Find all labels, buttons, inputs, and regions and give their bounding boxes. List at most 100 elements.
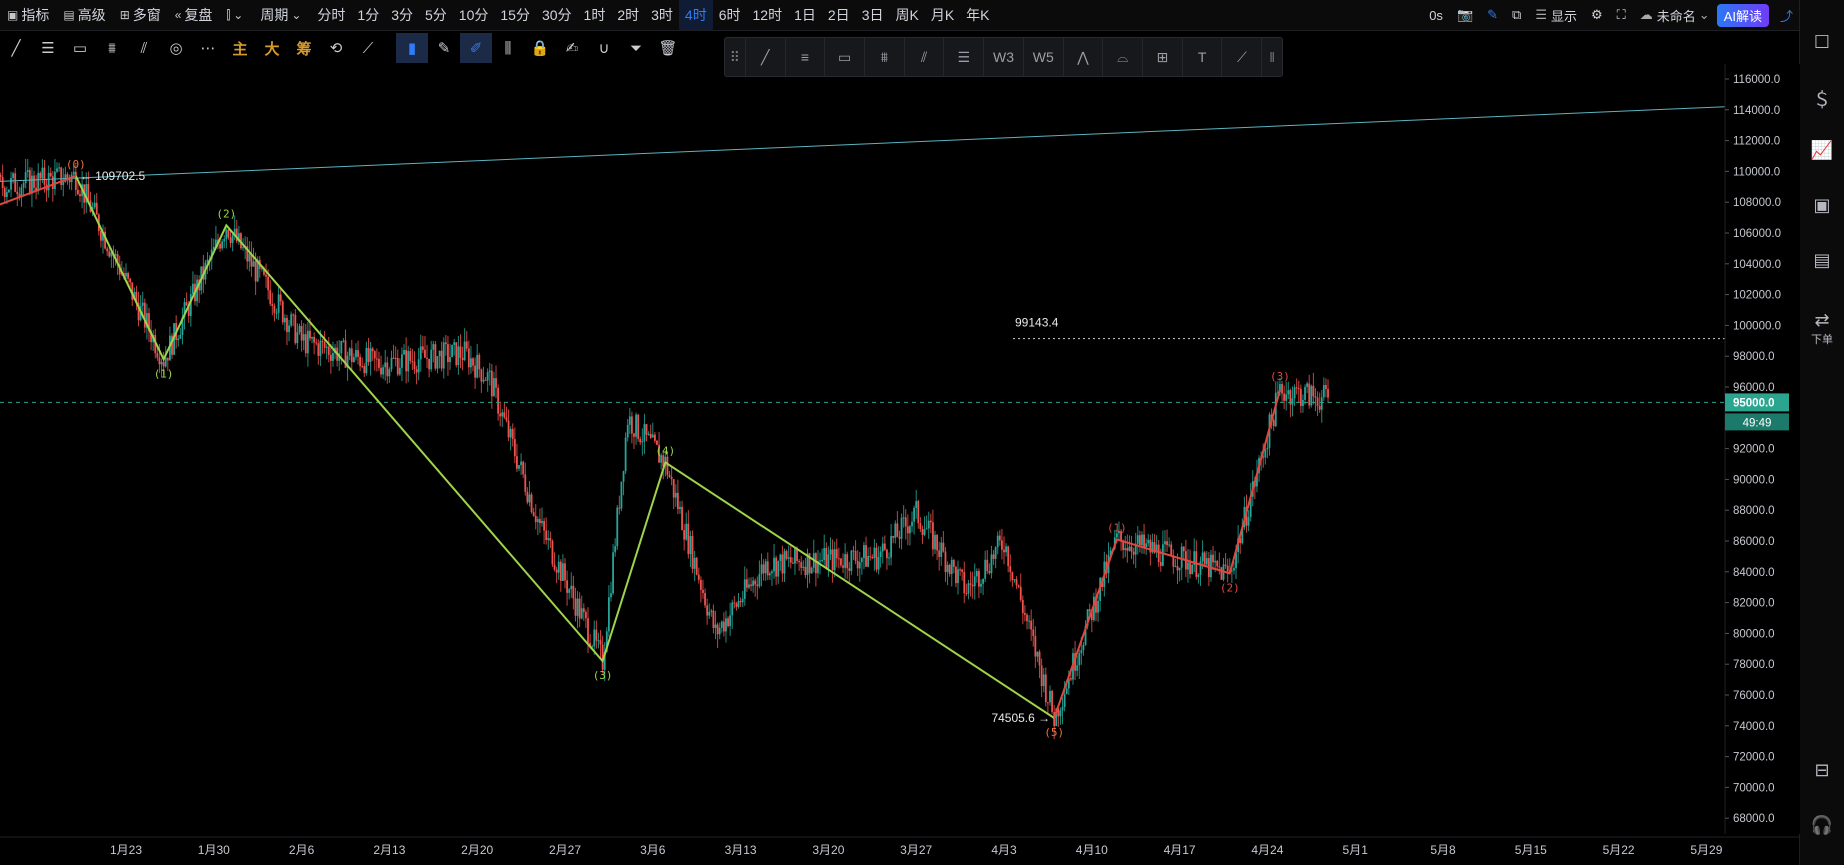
- candle-body: [465, 341, 468, 349]
- timeframe-16[interactable]: 周K: [889, 0, 924, 30]
- candle-body: [1049, 690, 1051, 703]
- candle-body: [1318, 405, 1321, 410]
- layout-name-button[interactable]: ☁ 未命名 ⌄: [1633, 0, 1717, 30]
- dollar-doc-icon[interactable]: ＄: [1800, 86, 1844, 112]
- sync-icon[interactable]: ⟲: [320, 33, 352, 63]
- period-button[interactable]: 周期 ⌄: [253, 0, 311, 30]
- candle-body: [877, 556, 880, 570]
- timeframe-10[interactable]: 4时: [678, 0, 713, 30]
- big-tool-button[interactable]: 大: [256, 33, 288, 63]
- timeframe-13[interactable]: 1日: [788, 0, 822, 30]
- candle-body: [298, 325, 301, 333]
- candle-body: [587, 618, 589, 643]
- timeframe-14[interactable]: 2日: [822, 0, 856, 30]
- headset-icon[interactable]: 🎧: [1800, 815, 1844, 836]
- timeframe-15[interactable]: 3日: [856, 0, 890, 30]
- candle-body: [486, 372, 489, 381]
- chip-tool-button[interactable]: 筹: [288, 33, 320, 63]
- rectangle-tool-icon[interactable]: ▭: [64, 33, 96, 63]
- draw-pen-icon[interactable]: ✐: [460, 33, 492, 63]
- candle-body: [1036, 651, 1039, 657]
- more-tools-icon[interactable]: ⋯: [192, 33, 224, 63]
- candle-body: [720, 621, 723, 628]
- timeframe-3[interactable]: 5分: [419, 0, 453, 30]
- measure-icon[interactable]: ⟋: [352, 33, 384, 63]
- timeframe-17[interactable]: 月K: [925, 0, 960, 30]
- candle-compare-icon[interactable]: ⫼: [492, 33, 524, 63]
- pencil-icon[interactable]: ✎: [1480, 0, 1505, 30]
- candle-body: [835, 549, 838, 559]
- trendline-tool-icon[interactable]: ╱: [0, 33, 32, 63]
- candle-body: [693, 557, 696, 569]
- timeframe-6[interactable]: 30分: [536, 0, 578, 30]
- timeframe-12[interactable]: 12时: [747, 0, 789, 30]
- advanced-button[interactable]: ▤ 高级: [56, 0, 112, 30]
- pattern-tool-icon[interactable]: ⩩: [96, 33, 128, 63]
- candle-body: [762, 564, 765, 574]
- watchlist-icon[interactable]: ☐: [1800, 32, 1844, 53]
- candle-body: [384, 362, 387, 368]
- screen-icon[interactable]: ⧉: [1505, 0, 1528, 30]
- timeframe-2[interactable]: 3分: [385, 0, 419, 30]
- candle-body: [898, 536, 901, 539]
- timeframe-0[interactable]: 分时: [311, 0, 351, 30]
- fullscreen-icon[interactable]: ⛶: [1610, 0, 1633, 30]
- candle-body: [87, 184, 90, 201]
- timeframe-9[interactable]: 3时: [645, 0, 679, 30]
- bookmark-tool-icon[interactable]: ▮: [396, 33, 428, 63]
- candle-body: [1314, 396, 1317, 398]
- display-button[interactable]: ☰ 显示: [1528, 0, 1584, 30]
- candle-body: [923, 529, 926, 535]
- settings-gear-icon[interactable]: ⚙: [1584, 0, 1610, 30]
- wallet-icon[interactable]: ▤: [1800, 250, 1844, 271]
- timeframe-8[interactable]: 2时: [611, 0, 645, 30]
- multi-window-button[interactable]: ⊞ 多窗: [113, 0, 168, 30]
- layout-icon[interactable]: ⊟: [1800, 760, 1844, 781]
- horizontal-lines-tool-icon[interactable]: ☰: [32, 33, 64, 63]
- timeframe-1[interactable]: 1分: [351, 0, 385, 30]
- timeframe-11[interactable]: 6时: [713, 0, 747, 30]
- candle-body: [1028, 620, 1030, 622]
- trash-icon[interactable]: 🗑: [652, 33, 684, 63]
- candle-body: [1180, 546, 1183, 568]
- candle-body: [490, 370, 493, 397]
- candle-body: [814, 553, 817, 574]
- edit-icon[interactable]: ✍: [556, 33, 588, 63]
- lock-icon[interactable]: 🔒: [524, 33, 556, 63]
- chart-icon[interactable]: 📈: [1800, 140, 1844, 161]
- chart-type-button[interactable]: ⫿ ⌄: [219, 0, 253, 30]
- candle-body: [773, 557, 775, 572]
- monitor-icon[interactable]: ▣: [1800, 195, 1844, 216]
- timeframe-4[interactable]: 10分: [453, 0, 495, 30]
- timeframe-5[interactable]: 15分: [494, 0, 536, 30]
- green-wave-line: [74, 175, 1055, 719]
- candle-body: [622, 471, 625, 482]
- candle-body: [802, 566, 805, 568]
- fib-tool-icon[interactable]: ⫽: [128, 33, 160, 63]
- timeframe-18[interactable]: 年K: [960, 0, 995, 30]
- candle-body: [371, 348, 374, 352]
- filter-icon[interactable]: ⏷: [620, 33, 652, 63]
- replay-button[interactable]: «复盘: [168, 0, 220, 30]
- ruler-icon[interactable]: ✎: [428, 33, 460, 63]
- timeframe-7[interactable]: 1时: [578, 0, 612, 30]
- candle-body: [754, 580, 757, 585]
- candle-body: [716, 624, 719, 635]
- camera-icon[interactable]: 📷: [1450, 0, 1480, 30]
- share-icon[interactable]: ⤴: [1773, 0, 1800, 30]
- magnet-icon[interactable]: ∪: [588, 33, 620, 63]
- spiral-tool-icon[interactable]: ◎: [160, 33, 192, 63]
- candle-body: [764, 561, 767, 574]
- candle-body: [1168, 544, 1171, 546]
- candle-body: [1199, 561, 1202, 575]
- ai-interpret-button[interactable]: AI解读: [1716, 3, 1769, 27]
- candle-body: [108, 251, 111, 257]
- latency-readout: 0s: [1429, 7, 1443, 23]
- indicator-button[interactable]: ▣ 指标: [0, 0, 56, 30]
- candle-body: [401, 354, 403, 368]
- candle-body: [545, 530, 548, 541]
- price-chart[interactable]: (1)(2)(3)(4)(0)(5)(1)(2)(3)← 109702.5745…: [0, 64, 1800, 865]
- order-button[interactable]: ⇄ 下单: [1800, 310, 1844, 347]
- candle-body: [415, 369, 418, 373]
- main-tool-button[interactable]: 主: [224, 33, 256, 63]
